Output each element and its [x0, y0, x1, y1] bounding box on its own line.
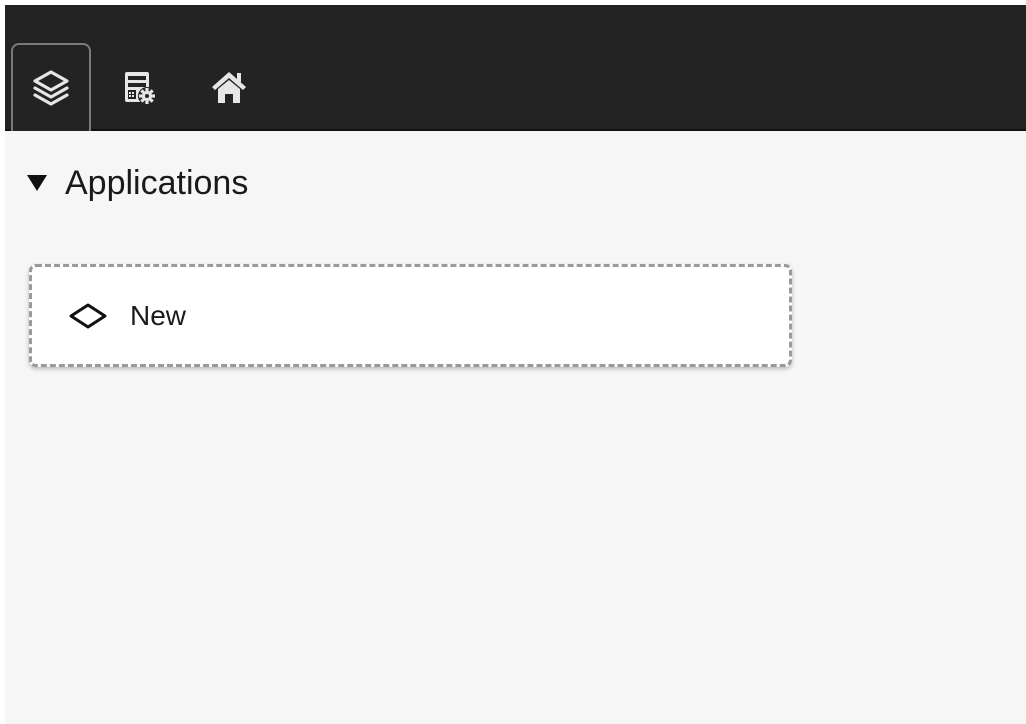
- section-title: Applications: [65, 163, 249, 202]
- collapse-triangle-icon: [27, 175, 47, 191]
- app-window: Applications New: [5, 5, 1026, 724]
- new-application-button[interactable]: New: [29, 264, 792, 367]
- tab-home[interactable]: [191, 43, 267, 131]
- layers-icon: [29, 66, 73, 110]
- diamond-icon: [68, 302, 130, 330]
- new-label: New: [130, 299, 187, 331]
- home-icon: [207, 65, 251, 109]
- applications-section-toggle[interactable]: Applications: [25, 161, 248, 205]
- top-toolbar: [5, 5, 1026, 131]
- tab-server-settings[interactable]: [101, 43, 177, 131]
- tab-layers[interactable]: [11, 43, 91, 131]
- server-settings-icon: [117, 65, 161, 109]
